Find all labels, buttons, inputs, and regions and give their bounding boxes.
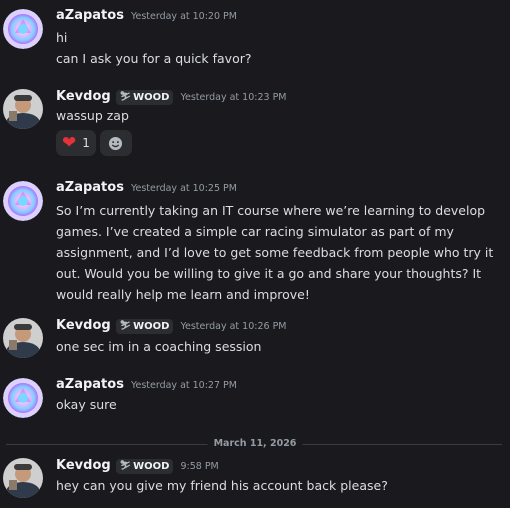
- timestamp: Yesterday at 10:26 PM: [180, 321, 287, 332]
- timestamp: 9:58 PM: [180, 461, 219, 472]
- timestamp: Yesterday at 10:27 PM: [130, 380, 237, 391]
- message-text: can I ask you for a quick favor?: [56, 51, 252, 66]
- timestamp: Yesterday at 10:20 PM: [130, 11, 237, 22]
- avatar-kevdog[interactable]: [3, 89, 43, 129]
- guild-tag[interactable]: ⛷ WOOD: [115, 318, 174, 334]
- ski-icon: ⛷: [119, 92, 132, 102]
- smiley-icon: [109, 136, 123, 150]
- reaction-heart[interactable]: ❤ 1: [56, 130, 96, 156]
- author-name[interactable]: Kevdog: [56, 318, 111, 333]
- reaction-bar: ❤ 1: [56, 130, 132, 156]
- author-name[interactable]: aZapatos: [56, 377, 124, 392]
- add-reaction-button[interactable]: [99, 130, 132, 156]
- author-name[interactable]: aZapatos: [56, 180, 124, 195]
- divider-date: March 11, 2026: [207, 437, 303, 451]
- guild-tag-label: WOOD: [133, 91, 170, 103]
- timestamp: Yesterday at 10:23 PM: [180, 92, 287, 103]
- avatar-azapatos[interactable]: [3, 9, 43, 49]
- message-text: So I’m currently taking an IT course whe…: [56, 203, 494, 302]
- message-text: hey can you give my friend his account b…: [56, 478, 388, 493]
- heart-icon: ❤: [62, 132, 77, 153]
- avatar-azapatos[interactable]: [3, 378, 43, 418]
- author-name[interactable]: aZapatos: [56, 8, 124, 23]
- avatar-kevdog[interactable]: [3, 318, 43, 358]
- reaction-count: 1: [82, 136, 90, 150]
- chat-log: aZapatos Yesterday at 10:20 PM hi can I …: [0, 0, 510, 508]
- timestamp: Yesterday at 10:25 PM: [130, 183, 237, 194]
- ski-icon: ⛷: [119, 461, 132, 471]
- guild-tag[interactable]: ⛷ WOOD: [115, 89, 174, 105]
- author-name[interactable]: Kevdog: [56, 89, 111, 104]
- author-name[interactable]: Kevdog: [56, 458, 111, 473]
- date-divider: March 11, 2026: [0, 437, 510, 451]
- guild-tag-label: WOOD: [133, 460, 170, 472]
- avatar-azapatos[interactable]: [3, 181, 43, 221]
- ski-icon: ⛷: [119, 321, 132, 331]
- message-text: okay sure: [56, 397, 117, 412]
- message-text: hi: [56, 30, 68, 45]
- guild-tag[interactable]: ⛷ WOOD: [115, 458, 174, 474]
- guild-tag-label: WOOD: [133, 320, 170, 332]
- avatar-kevdog[interactable]: [3, 458, 43, 498]
- message-text: one sec im in a coaching session: [56, 339, 262, 354]
- message-text: wassup zap: [56, 108, 129, 123]
